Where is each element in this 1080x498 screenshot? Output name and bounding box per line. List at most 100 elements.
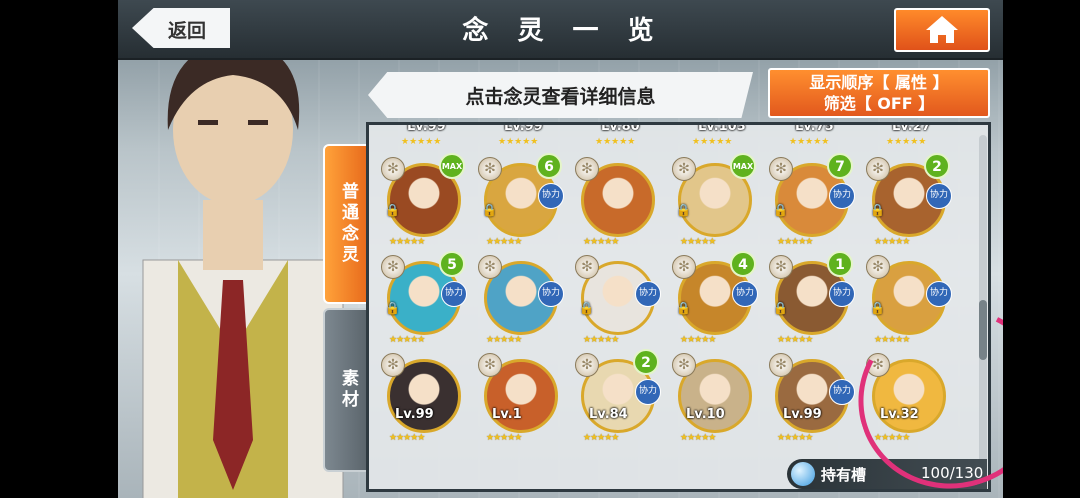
rank-badge: 6 bbox=[536, 153, 562, 179]
partial-level-label: Lv.80 bbox=[601, 122, 640, 134]
sort-filter-button[interactable]: 显示顺序【 属性 】 筛选【 OFF 】 bbox=[768, 68, 990, 118]
game-screen: 返回 念 灵 一 览 点击念灵查看详细信息 显示顺序【 属性 】 筛选【 OFF… bbox=[118, 0, 1003, 498]
lock-icon: 🔒 bbox=[482, 203, 497, 217]
spirit-card[interactable]: ✻ 2 协力 Lv.84 ★★★★★ bbox=[575, 349, 661, 445]
spirit-card[interactable]: ✻ 7 协力 🔒 ★★★★★ bbox=[769, 153, 855, 249]
page-title: 念 灵 一 览 bbox=[462, 16, 664, 46]
rarity-stars: ★★★★★ bbox=[680, 237, 716, 247]
spirit-card[interactable]: ✻ MAX 🔒 ★★★★★ bbox=[672, 153, 758, 249]
attribute-icon: ✻ bbox=[381, 353, 405, 377]
attribute-icon: ✻ bbox=[866, 157, 890, 181]
spirit-card[interactable]: ✻ 协力 ★★★★★ bbox=[478, 251, 564, 347]
lock-icon: 🔒 bbox=[870, 301, 885, 315]
top-bar: 返回 念 灵 一 览 bbox=[118, 0, 1003, 60]
rarity-stars: ★★★★★ bbox=[583, 237, 619, 247]
assist-badge: 协力 bbox=[538, 281, 564, 307]
attribute-icon: ✻ bbox=[381, 157, 405, 181]
character-portrait bbox=[142, 40, 344, 498]
spirit-card[interactable]: ✻ Lv.99 ★★★★★ bbox=[381, 349, 467, 445]
filter-label: 筛选【 OFF 】 bbox=[823, 94, 935, 113]
level-label: Lv.1 bbox=[492, 407, 522, 422]
home-icon bbox=[926, 16, 958, 43]
partial-level-label: Lv.99 bbox=[407, 122, 446, 134]
rank-badge: 2 bbox=[633, 349, 659, 375]
slot-orb-icon bbox=[791, 462, 815, 486]
rank-badge: 2 bbox=[924, 153, 950, 179]
partial-stars: ★★★★★ bbox=[789, 137, 830, 147]
rarity-stars: ★★★★★ bbox=[389, 237, 425, 247]
spirit-card[interactable]: ✻ 6 协力 🔒 ★★★★★ bbox=[478, 153, 564, 249]
partial-stars: ★★★★★ bbox=[595, 137, 636, 147]
spirit-card[interactable]: ✻ ★★★★★ bbox=[575, 153, 661, 249]
partial-level-label: Lv.75 bbox=[795, 122, 834, 134]
rank-badge: MAX bbox=[439, 153, 465, 179]
attribute-icon: ✻ bbox=[478, 353, 502, 377]
spirit-card[interactable]: ✻ Lv.10 ★★★★★ bbox=[672, 349, 758, 445]
rarity-stars: ★★★★★ bbox=[389, 335, 425, 345]
assist-badge: 协力 bbox=[635, 281, 661, 307]
spirit-card[interactable]: ✻ 2 协力 🔒 ★★★★★ bbox=[866, 153, 952, 249]
assist-badge: 协力 bbox=[829, 379, 855, 405]
spirit-card[interactable]: ✻ 协力 Lv.99 ★★★★★ bbox=[769, 349, 855, 445]
spirit-card[interactable]: ✻ 5 协力 🔒 ★★★★★ bbox=[381, 251, 467, 347]
rarity-stars: ★★★★★ bbox=[583, 433, 619, 443]
assist-badge: 协力 bbox=[829, 183, 855, 209]
rarity-stars: ★★★★★ bbox=[777, 237, 813, 247]
partial-stars: ★★★★★ bbox=[692, 137, 733, 147]
rarity-stars: ★★★★★ bbox=[486, 237, 522, 247]
rank-badge: 5 bbox=[439, 251, 465, 277]
partial-level-label: Lv.103 bbox=[698, 122, 746, 134]
partial-stars: ★★★★★ bbox=[498, 137, 539, 147]
rarity-stars: ★★★★★ bbox=[486, 433, 522, 443]
assist-badge: 协力 bbox=[538, 183, 564, 209]
rarity-stars: ★★★★★ bbox=[874, 237, 910, 247]
rarity-stars: ★★★★★ bbox=[680, 335, 716, 345]
attribute-icon: ✻ bbox=[575, 157, 599, 181]
attribute-icon: ✻ bbox=[672, 353, 696, 377]
lock-icon: 🔒 bbox=[385, 301, 400, 315]
assist-badge: 协力 bbox=[635, 379, 661, 405]
rank-badge: 4 bbox=[730, 251, 756, 277]
lock-icon: 🔒 bbox=[870, 203, 885, 217]
rarity-stars: ★★★★★ bbox=[486, 335, 522, 345]
rank-badge: 7 bbox=[827, 153, 853, 179]
assist-badge: 协力 bbox=[441, 281, 467, 307]
assist-badge: 协力 bbox=[732, 281, 758, 307]
tab-normal-spirits[interactable]: 普通念灵 bbox=[323, 144, 369, 304]
partial-level-label: Lv.27 bbox=[892, 122, 931, 134]
home-button[interactable] bbox=[894, 8, 990, 52]
partial-stars: ★★★★★ bbox=[401, 137, 442, 147]
hint-banner: 点击念灵查看详细信息 bbox=[368, 72, 753, 118]
level-label: Lv.99 bbox=[783, 407, 822, 422]
rarity-stars: ★★★★★ bbox=[583, 335, 619, 345]
attribute-icon: ✻ bbox=[769, 353, 793, 377]
rarity-stars: ★★★★★ bbox=[777, 433, 813, 443]
holding-count-label: 持有槽 bbox=[821, 466, 867, 484]
hint-text: 点击念灵查看详细信息 bbox=[465, 86, 656, 108]
assist-badge: 协力 bbox=[926, 183, 952, 209]
back-button[interactable]: 返回 bbox=[132, 8, 230, 48]
rarity-stars: ★★★★★ bbox=[777, 335, 813, 345]
attribute-icon: ✻ bbox=[866, 255, 890, 279]
assist-badge: 协力 bbox=[829, 281, 855, 307]
level-label: Lv.10 bbox=[686, 407, 725, 422]
spirit-card[interactable]: ✻ Lv.1 ★★★★★ bbox=[478, 349, 564, 445]
rarity-stars: ★★★★★ bbox=[389, 433, 425, 443]
attribute-icon: ✻ bbox=[478, 255, 502, 279]
attribute-icon: ✻ bbox=[575, 255, 599, 279]
rank-badge: MAX bbox=[730, 153, 756, 179]
attribute-icon: ✻ bbox=[769, 255, 793, 279]
partial-stars: ★★★★★ bbox=[886, 137, 927, 147]
rank-badge: 1 bbox=[827, 251, 853, 277]
attribute-icon: ✻ bbox=[381, 255, 405, 279]
spirit-card[interactable]: ✻ 4 协力 🔒 ★★★★★ bbox=[672, 251, 758, 347]
attribute-icon: ✻ bbox=[478, 157, 502, 181]
spirit-card[interactable]: ✻ 协力 🔒 ★★★★★ bbox=[575, 251, 661, 347]
spirit-card[interactable]: ✻ MAX 🔒 ★★★★★ bbox=[381, 153, 467, 249]
partial-level-label: Lv.99 bbox=[504, 122, 543, 134]
rarity-stars: ★★★★★ bbox=[680, 433, 716, 443]
assist-badge: 协力 bbox=[926, 281, 952, 307]
attribute-icon: ✻ bbox=[575, 353, 599, 377]
tab-materials[interactable]: 素材 bbox=[323, 308, 369, 472]
spirit-card[interactable]: ✻ 1 协力 🔒 ★★★★★ bbox=[769, 251, 855, 347]
